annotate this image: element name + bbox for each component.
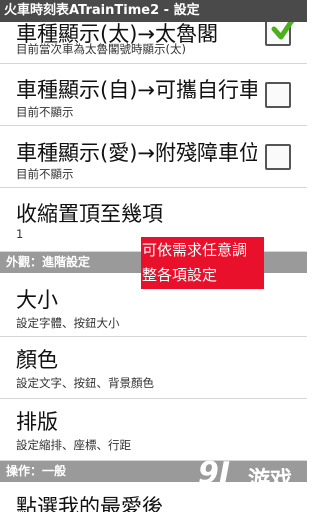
checkbox-accessible[interactable] — [265, 144, 291, 170]
setting-row-bicycle[interactable]: 車種顯示(自)→可攜自行車 目前不顯示 — [0, 64, 307, 126]
watermark-logo: 9J — [198, 456, 231, 491]
annotation-overlay: 可依需求任意調 整各項設定 — [141, 237, 264, 289]
setting-row-accessible[interactable]: 車種顯示(愛)→附殘障車位 目前不顯示 — [0, 126, 307, 188]
window-title: 火車時刻表ATrainTime2 - 設定 — [0, 0, 307, 22]
setting-title: 車種顯示(愛)→附殘障車位 — [16, 141, 257, 165]
setting-summary: 設定縮排、座標、行距 — [16, 438, 131, 452]
setting-summary: 目前不顯示 — [16, 167, 74, 181]
setting-title: 點選我的最愛後 — [16, 495, 163, 512]
setting-summary: 1 — [16, 227, 24, 241]
setting-title: 顏色 — [16, 348, 58, 372]
annotation-line-2: 整各項設定 — [142, 266, 218, 284]
checkbox-taroko[interactable] — [265, 13, 297, 46]
setting-row-color[interactable]: 顏色 設定文字、按鈕、背景顏色 — [0, 337, 307, 399]
setting-summary: 設定文字、按鈕、背景顏色 — [16, 376, 154, 390]
setting-row-layout[interactable]: 排版 設定縮排、座標、行距 — [0, 399, 307, 461]
checkbox-bicycle[interactable] — [265, 82, 291, 108]
setting-summary: 目前當次車為太魯閣號時顯示(太) — [16, 42, 186, 56]
setting-summary: 設定字體、按鈕大小 — [16, 316, 120, 330]
watermark-url: 91danji.com — [244, 492, 306, 503]
annotation-line-1: 可依需求任意調 — [142, 241, 248, 259]
watermark: 9J 游戏 91danji.com — [196, 456, 307, 512]
setting-summary: 目前不顯示 — [16, 105, 74, 119]
watermark-text: 游戏 — [248, 468, 293, 493]
setting-title: 車種顯示(自)→可攜自行車 — [16, 78, 257, 102]
setting-title: 排版 — [16, 410, 58, 434]
setting-title: 大小 — [16, 288, 58, 312]
setting-title: 收縮置頂至幾項 — [16, 202, 163, 226]
